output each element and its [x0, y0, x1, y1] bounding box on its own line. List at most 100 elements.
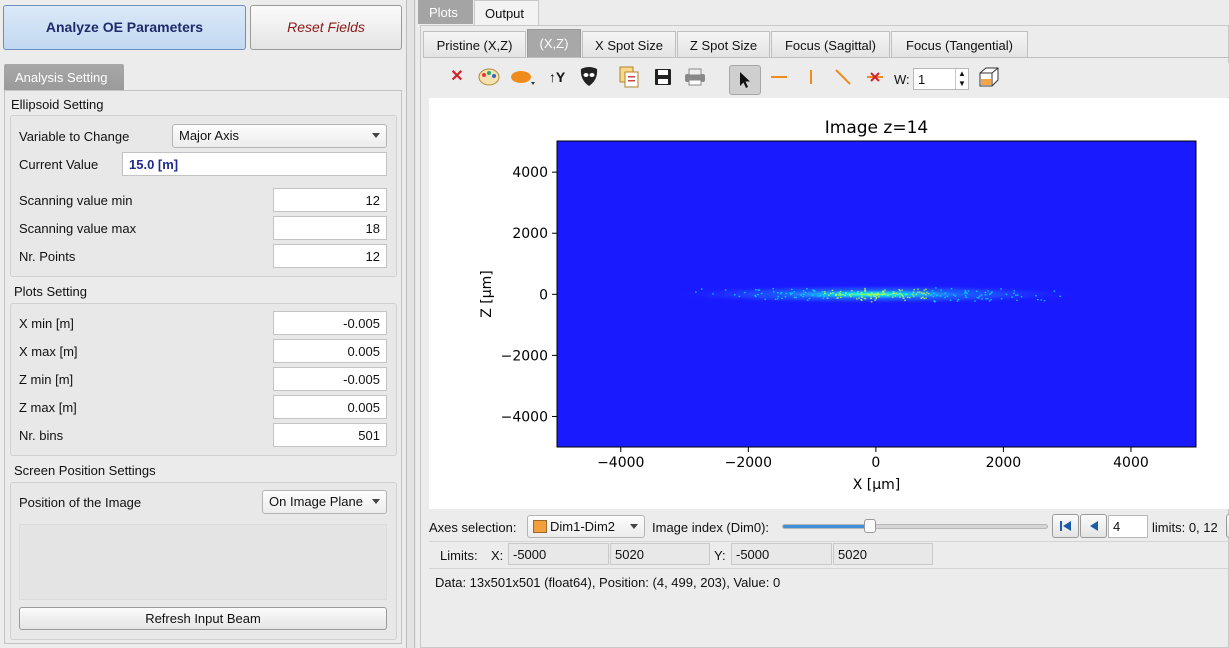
- beam-speck: [774, 298, 777, 300]
- axes-selection-label: Axes selection:: [429, 520, 517, 535]
- beam-speck: [1020, 296, 1023, 298]
- print-icon[interactable]: [681, 63, 709, 91]
- tab-plots[interactable]: Plots: [418, 0, 473, 24]
- tab-analysis-setting[interactable]: Analysis Setting: [4, 64, 124, 90]
- status-text: Data: 13x501x501 (float64), Position: (4…: [435, 575, 781, 590]
- tab-output[interactable]: Output: [474, 0, 539, 26]
- plot-toolbar: ✕ ↑Y W: 1 ▲ ▼: [429, 63, 1229, 97]
- chevron-down-icon: [630, 524, 638, 529]
- slider-fill: [783, 525, 871, 528]
- first-frame-button[interactable]: [1052, 514, 1079, 538]
- position-select[interactable]: On Image Plane: [262, 490, 387, 514]
- line-width-spinbox[interactable]: 1 ▲ ▼: [913, 68, 969, 90]
- reset-zoom-icon[interactable]: ✕: [443, 63, 471, 91]
- position-label: Position of the Image: [19, 495, 142, 510]
- limits-y-min[interactable]: -5000: [731, 543, 832, 565]
- beam-speck: [932, 296, 935, 298]
- beam-speck: [944, 296, 946, 299]
- xmin-input[interactable]: -0.005: [273, 311, 387, 335]
- tab-focus-tangential[interactable]: Focus (Tangential): [891, 31, 1028, 57]
- copy-icon[interactable]: [615, 63, 643, 91]
- save-icon[interactable]: [649, 63, 677, 91]
- pointer-icon[interactable]: [729, 65, 761, 95]
- axes-selection-select[interactable]: Dim1-Dim2: [527, 515, 645, 538]
- beam-speck: [882, 290, 885, 292]
- beam-speck: [819, 295, 822, 297]
- tab-focus-sagittal[interactable]: Focus (Sagittal): [771, 31, 890, 57]
- right-panel: Plots Output Pristine (X,Z) (X,Z) X Spot…: [416, 0, 1229, 648]
- position-select-value: On Image Plane: [269, 494, 363, 509]
- refresh-input-beam-button[interactable]: Refresh Input Beam: [19, 607, 387, 630]
- plots-setting-title: Plots Setting: [14, 284, 87, 299]
- previous-frame-button[interactable]: [1080, 514, 1107, 538]
- splitter[interactable]: [406, 0, 416, 648]
- x-axis-label: X [μm]: [853, 477, 901, 493]
- beam-speck: [935, 287, 937, 289]
- scan-min-input[interactable]: 12: [273, 188, 387, 212]
- diagonal-line-icon[interactable]: [829, 63, 857, 91]
- plot-canvas[interactable]: −4000 −2000 0 2000 4000 4000 2000 0 −2000 −4000 Im…: [429, 98, 1229, 509]
- y-axis-icon[interactable]: ↑Y: [543, 63, 571, 91]
- screen-settings-title: Screen Position Settings: [14, 463, 156, 478]
- beam-speck: [927, 292, 930, 295]
- ellipse-icon[interactable]: [509, 63, 537, 91]
- beam-speck: [802, 293, 805, 295]
- slider-handle[interactable]: [864, 519, 877, 533]
- beam-speck: [864, 298, 867, 300]
- cube-icon[interactable]: [975, 63, 1003, 91]
- hline-icon[interactable]: [765, 63, 793, 91]
- tab-z-spot-size[interactable]: Z Spot Size: [677, 31, 770, 57]
- beam-speck: [808, 297, 811, 300]
- limits-x-min[interactable]: -5000: [508, 543, 609, 565]
- beam-speck: [906, 296, 909, 298]
- analyze-oe-parameters-button[interactable]: Analyze OE Parameters: [3, 5, 246, 50]
- beam-speck: [738, 295, 741, 298]
- left-panel: Analyze OE Parameters Reset Fields Analy…: [0, 0, 406, 648]
- variable-select[interactable]: Major Axis: [172, 124, 387, 148]
- chevron-down-icon: [372, 133, 380, 138]
- image-index-slider[interactable]: [782, 519, 1048, 533]
- beam-speck: [793, 291, 795, 293]
- scan-max-input[interactable]: 18: [273, 216, 387, 240]
- zmin-input[interactable]: -0.005: [273, 367, 387, 391]
- beam-speck: [940, 289, 942, 291]
- beam-speck: [780, 291, 783, 294]
- beam-speck: [950, 288, 953, 290]
- beam-speck: [900, 293, 903, 295]
- reset-fields-button[interactable]: Reset Fields: [250, 5, 402, 50]
- y-tick-label: 4000: [512, 165, 548, 181]
- nbins-input[interactable]: 501: [273, 423, 387, 447]
- beam-speck: [1040, 299, 1043, 301]
- vline-icon[interactable]: [797, 63, 825, 91]
- screen-empty-area: [19, 524, 387, 600]
- beam-speck: [974, 300, 976, 302]
- zmax-label: Z max [m]: [19, 400, 77, 415]
- x-tick-label: −2000: [725, 455, 772, 471]
- spin-arrows-icon[interactable]: ▲ ▼: [955, 69, 968, 89]
- image-plot[interactable]: −4000 −2000 0 2000 4000 4000 2000 0 −2000 −4000 Im…: [429, 98, 1229, 509]
- zmax-input[interactable]: 0.005: [273, 395, 387, 419]
- x-tick-label: 0: [871, 455, 880, 471]
- beam-speck: [849, 295, 852, 298]
- beam-speck: [822, 294, 825, 296]
- frame-index-input[interactable]: 4: [1108, 515, 1148, 538]
- mask-icon[interactable]: [575, 63, 603, 91]
- beam-speck: [1013, 290, 1015, 292]
- beam-speck: [887, 294, 889, 297]
- tab-x-spot-size[interactable]: X Spot Size: [582, 31, 676, 57]
- npoints-input[interactable]: 12: [273, 244, 387, 268]
- beam-speck: [1043, 300, 1046, 302]
- beam-speck: [923, 297, 926, 300]
- limits-x-max[interactable]: 5020: [610, 543, 710, 565]
- no-line-icon[interactable]: [861, 63, 889, 91]
- tab-pristine-xz[interactable]: Pristine (X,Z): [423, 31, 526, 57]
- beam-speck: [923, 292, 926, 294]
- beam-speck: [964, 295, 967, 297]
- scan-min-label: Scanning value min: [19, 193, 133, 208]
- xmax-input[interactable]: 0.005: [273, 339, 387, 363]
- beam-speck: [872, 295, 875, 297]
- colormap-icon[interactable]: [475, 63, 503, 91]
- tab-xz[interactable]: (X,Z): [527, 29, 581, 57]
- beam-speck: [905, 293, 908, 296]
- limits-y-max[interactable]: 5020: [833, 543, 933, 565]
